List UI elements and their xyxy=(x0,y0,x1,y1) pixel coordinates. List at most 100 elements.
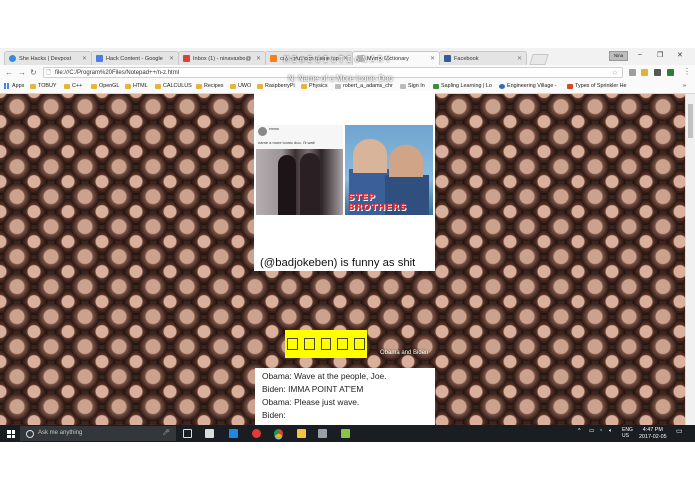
clock[interactable]: 4:47 PM 2017-02-05 xyxy=(639,427,667,441)
bookmark-folder[interactable]: C++ xyxy=(64,83,82,89)
bookmark-label: HTML xyxy=(133,83,148,89)
bookmark-label: CALCULUS xyxy=(163,83,192,89)
missing-glyph-box xyxy=(303,338,315,350)
tweet-author: emma xyxy=(269,127,279,131)
bookmark-link[interactable]: Sapling Learning | Lo xyxy=(433,83,492,89)
dialogue-card: Obama: Wave at the people, Joe. Biden: I… xyxy=(255,368,435,426)
bookmark-apps[interactable]: Apps xyxy=(4,83,24,89)
extension-icon[interactable] xyxy=(654,69,661,76)
close-tab-icon[interactable]: ✕ xyxy=(82,55,87,62)
tab-google-docs[interactable]: Hack Content - Google ✕ xyxy=(91,51,179,65)
windows-start-icon[interactable] xyxy=(7,430,15,438)
maximize-icon[interactable]: ❐ xyxy=(657,51,663,59)
bookmark-folder[interactable]: Physics xyxy=(301,83,328,89)
url-text: file:///C:/Program%20Files/Notepad++/n-z… xyxy=(55,70,180,76)
wifi-icon[interactable]: ◔ xyxy=(599,428,602,434)
dialogue-line: Obama: Wave at the people, Joe. xyxy=(262,371,387,381)
minimize-icon[interactable]: – xyxy=(638,51,642,58)
extension-icon[interactable] xyxy=(641,69,648,76)
new-tab-button[interactable] xyxy=(529,54,549,65)
notepad-plus-plus-icon[interactable] xyxy=(341,429,350,438)
bookmark-star-icon[interactable]: ☆ xyxy=(612,68,618,79)
bookmark-label: Recipes xyxy=(204,83,224,89)
forward-icon[interactable]: → xyxy=(18,68,26,77)
edge-icon[interactable] xyxy=(229,429,238,438)
tray-chevron-icon[interactable]: ^ xyxy=(578,428,581,434)
bookmark-folder[interactable]: CALCULUS xyxy=(155,83,192,89)
folder-icon xyxy=(196,83,202,89)
bookmark-folder[interactable]: UWO xyxy=(230,83,251,89)
reload-icon[interactable]: ↻ xyxy=(30,68,37,77)
bookmark-folder[interactable]: Recipes xyxy=(196,83,223,89)
tray-app-icon[interactable]: ▭ xyxy=(589,428,594,434)
tweet-image: emma name a more iconic duo. i'll wait xyxy=(256,125,343,215)
scrollbar-thumb[interactable] xyxy=(688,104,693,138)
volume-icon[interactable]: 🔈︎ xyxy=(609,428,612,435)
tab-title: Facebook xyxy=(454,55,479,62)
chrome-icon[interactable] xyxy=(274,429,283,438)
extension-icon[interactable] xyxy=(667,69,674,76)
tab-title: She Hacks | Devpost xyxy=(19,55,72,62)
folder-icon xyxy=(91,83,97,89)
missing-glyph-box xyxy=(337,338,349,350)
missing-glyph-box xyxy=(320,338,332,350)
language-indicator[interactable]: ENG US xyxy=(622,427,633,439)
bookmark-link[interactable]: Sign In xyxy=(400,83,425,89)
opera-icon[interactable] xyxy=(252,429,261,438)
site-title: MEmEdIcTIoNARY xyxy=(284,55,394,64)
folder-icon xyxy=(30,83,36,89)
bookmark-label: TOBUY xyxy=(38,83,57,89)
bookmark-folder[interactable]: TOBUY xyxy=(30,83,56,89)
close-tab-icon[interactable]: ✕ xyxy=(430,55,435,62)
tab-title: Hack Content - Google xyxy=(106,55,163,62)
bookmark-link[interactable]: robert_a_adams_chr xyxy=(335,83,393,89)
bookmark-folder[interactable]: RaspberryPi xyxy=(257,83,295,89)
bookmark-label: C++ xyxy=(72,83,83,89)
microphone-icon[interactable]: 🎤︎ xyxy=(162,426,170,441)
action-center-icon[interactable]: ▭ xyxy=(676,427,683,435)
bookmark-link[interactable]: Engineering Village - xyxy=(499,83,557,89)
store-icon[interactable] xyxy=(205,429,214,438)
person-figure xyxy=(389,145,423,177)
tab-title: Inbox (1) - ninavasbo@ xyxy=(193,55,252,62)
meme-card: emma name a more iconic duo. i'll wait S… xyxy=(254,91,435,271)
folder-icon xyxy=(155,83,161,89)
more-bookmarks-icon[interactable]: » xyxy=(683,83,686,89)
bookmark-label: Types of Sprinkler He xyxy=(575,83,627,89)
tab-devpost[interactable]: She Hacks | Devpost ✕ xyxy=(4,51,92,65)
bookmark-folder[interactable]: OpenGL xyxy=(91,83,119,89)
bookmark-label: RaspberryPi xyxy=(265,83,295,89)
menu-icon[interactable]: ⋮ xyxy=(683,67,691,76)
taskbar: Ask me anything 🎤︎ ^ ▭ ◔ 🔈︎ ENG US 4:47 … xyxy=(0,425,695,442)
folder-icon xyxy=(257,83,263,89)
extension-icon[interactable] xyxy=(629,69,636,76)
file-explorer-icon[interactable] xyxy=(297,429,306,438)
search-placeholder: Ask me anything xyxy=(38,430,83,436)
cortana-search-box[interactable]: Ask me anything 🎤︎ xyxy=(20,426,176,441)
stackoverflow-favicon-icon xyxy=(270,55,277,62)
tab-gmail[interactable]: Inbox (1) - ninavasbo@ ✕ xyxy=(178,51,266,65)
devpost-favicon-icon xyxy=(9,55,16,62)
close-tab-icon[interactable]: ✕ xyxy=(169,55,174,62)
kylie-kendall-photo xyxy=(256,149,343,215)
scrollbar[interactable] xyxy=(685,94,695,427)
back-icon[interactable]: ← xyxy=(5,68,13,77)
missing-glyph-box xyxy=(354,338,365,350)
folder-icon xyxy=(230,83,236,89)
close-window-icon[interactable]: ✕ xyxy=(677,51,683,59)
folder-icon xyxy=(301,83,307,89)
page-info-icon[interactable]: 🗋 xyxy=(46,68,51,79)
page-icon xyxy=(400,83,406,89)
tweet-text: name a more iconic duo. i'll wait xyxy=(258,140,315,145)
bookmark-label: Sign In xyxy=(408,83,425,89)
close-tab-icon[interactable]: ✕ xyxy=(256,55,261,62)
close-tab-icon[interactable]: ✕ xyxy=(517,55,522,62)
task-view-icon[interactable] xyxy=(183,429,192,438)
bookmark-label: Physics xyxy=(309,83,328,89)
bookmark-folder[interactable]: HTML xyxy=(125,83,148,89)
app-icon[interactable] xyxy=(318,429,327,438)
profile-button[interactable]: Nina xyxy=(609,51,628,61)
person-figure xyxy=(353,139,387,173)
bookmark-link[interactable]: Types of Sprinkler He xyxy=(567,83,627,89)
tab-facebook[interactable]: Facebook ✕ xyxy=(439,51,527,65)
